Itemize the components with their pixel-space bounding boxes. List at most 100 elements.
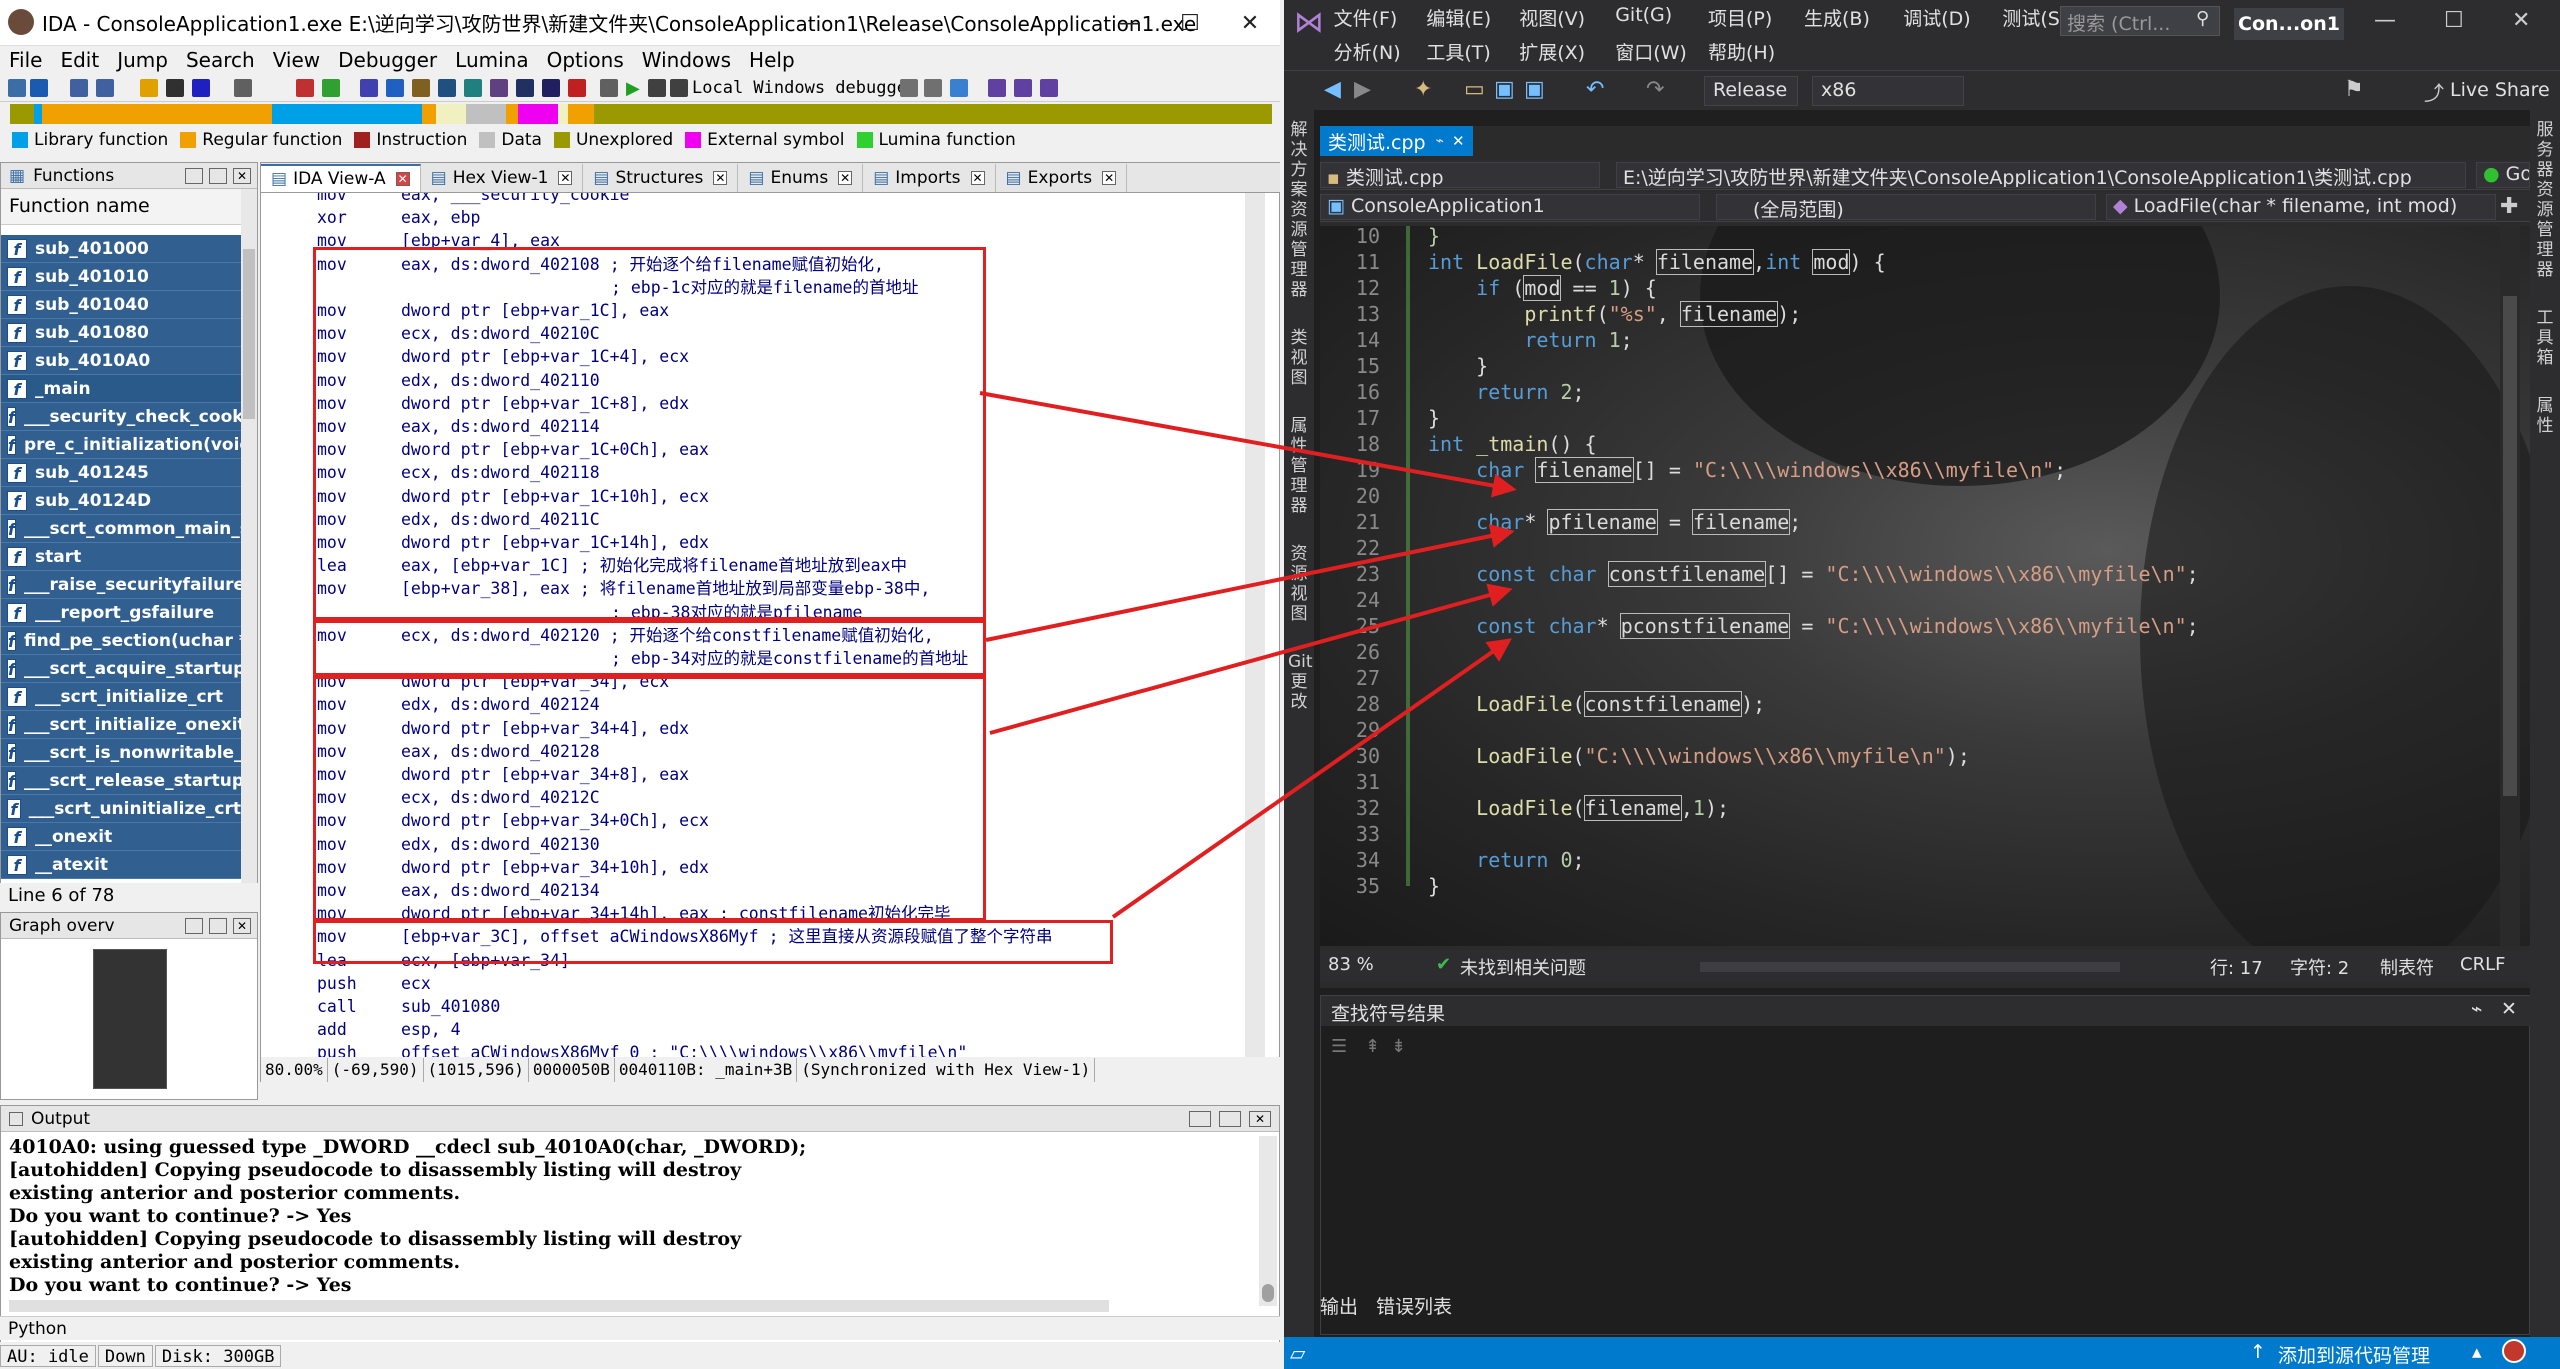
undo-icon[interactable]: ↶ (1586, 77, 1604, 102)
output-hscroll[interactable] (9, 1300, 1109, 1312)
disassembly-scrollbar[interactable] (1245, 193, 1265, 1057)
function-row[interactable]: f ___raise_securityfailure (1, 571, 241, 599)
function-row[interactable]: f sub_401040 (1, 291, 241, 319)
function-row[interactable]: f sub_4010A0 (1, 347, 241, 375)
vertical-tab[interactable]: 服务器资源管理器 (2534, 120, 2556, 280)
asm-line[interactable]: call sub_401080 (317, 995, 510, 1018)
function-row[interactable]: f ___scrt_common_main_seh (1, 515, 241, 543)
menu-view[interactable]: View (273, 48, 320, 72)
zoom-level[interactable]: 83 % (1328, 954, 1374, 975)
vs-menu-item[interactable]: 文件(F) (1334, 4, 1398, 31)
vs-menu-item[interactable]: 分析(N) (1334, 38, 1401, 65)
function-row[interactable]: f ___scrt_release_startup_lock (1, 767, 241, 795)
function-row[interactable]: f sub_401000 (1, 235, 241, 263)
vs-menu-item[interactable]: 帮助(H) (1708, 38, 1775, 65)
function-name-column[interactable]: Function name (1, 189, 241, 225)
vs-menu-item[interactable]: 项目(P) (1708, 4, 1772, 31)
editor-hscroll[interactable] (1700, 962, 2120, 972)
function-row[interactable]: f ___scrt_uninitialize_crt (1, 795, 241, 823)
add-to-source-control[interactable]: 添加到源代码管理 (2278, 1341, 2430, 1368)
save-all-icon[interactable]: ▣ (1524, 77, 1545, 102)
vs-menu-item[interactable]: 测试(S) (2002, 4, 2067, 31)
issues-status[interactable]: 未找到相关问题 (1460, 954, 1586, 980)
source-line[interactable]: const char* pconstfilename = "C:\\\\wind… (1428, 613, 2199, 639)
function-row[interactable]: f sub_401245 (1, 459, 241, 487)
function-row[interactable]: f __atexit (1, 851, 241, 879)
back-icon[interactable] (70, 79, 88, 97)
minimize-button[interactable]: — (2374, 8, 2396, 33)
functions-icon[interactable] (322, 79, 340, 97)
open-icon[interactable] (8, 79, 26, 97)
source-line[interactable]: printf("%s", filename); (1428, 301, 1801, 327)
source-line[interactable]: } (1428, 354, 1488, 378)
live-share-button[interactable]: Live Share (2450, 79, 2550, 101)
function-row[interactable]: f find_pe_section(uchar *,uint) (1, 627, 241, 655)
stop-icon[interactable] (568, 79, 586, 97)
tab-structures[interactable]: ▤ Structures ✕ (583, 164, 739, 192)
data-icon[interactable] (386, 79, 404, 97)
notification-icon[interactable]: ▱ (1290, 1341, 1305, 1365)
run-icon[interactable]: ▶ (626, 78, 640, 99)
tab-hex-view-1[interactable]: ▤ Hex View-1 ✕ (421, 164, 584, 192)
pin-icon[interactable]: ⌁ (2471, 998, 2482, 1020)
xref-icon[interactable] (516, 79, 534, 97)
function-row[interactable]: f sub_401010 (1, 263, 241, 291)
vs-menu-item[interactable]: 编辑(E) (1426, 4, 1491, 31)
source-line[interactable]: int LoadFile(char* filename,int mod) { (1428, 249, 1886, 275)
vertical-tab[interactable]: Git 更改 (1288, 652, 1313, 712)
function-row[interactable]: f pre_c_initialization(void) (1, 431, 241, 459)
segment-icon[interactable] (542, 79, 560, 97)
menu-lumina[interactable]: Lumina (455, 48, 528, 72)
graph-float-icon[interactable] (185, 917, 203, 934)
graph-restore-icon[interactable] (209, 917, 227, 934)
bottom-tab[interactable]: 错误列表 (1376, 1296, 1452, 1318)
array-icon[interactable] (438, 79, 456, 97)
source-line[interactable]: } (1428, 226, 1440, 248)
bottom-tab[interactable]: 输出 (1320, 1296, 1358, 1318)
functions-scrollbar[interactable] (241, 189, 257, 889)
tab-close-icon[interactable]: ✕ (395, 172, 410, 186)
sync-icon[interactable] (950, 79, 968, 97)
function-row[interactable]: f ___report_gsfailure (1, 599, 241, 627)
source-line[interactable]: int _tmain() { (1428, 432, 1597, 456)
enum-icon[interactable] (490, 79, 508, 97)
bookmark-icon[interactable]: ⚑ (2344, 77, 2364, 102)
function-row[interactable]: f __onexit (1, 823, 241, 851)
source-line[interactable]: LoadFile(filename,1); (1428, 795, 1729, 821)
source-line[interactable]: } (1428, 406, 1440, 430)
source-code-view[interactable]: 10 11 12 13 14 15 16 17 18 19 20 21 22 23 24 25 26 27 28 29… (1320, 226, 2530, 946)
output-restore-icon[interactable] (1219, 1110, 1241, 1127)
struct-icon[interactable] (464, 79, 482, 97)
source-line[interactable]: LoadFile(constfilename); (1428, 691, 1765, 717)
vertical-tab[interactable]: 类视图 (1288, 328, 1310, 388)
code-icon[interactable] (360, 79, 378, 97)
tab-imports[interactable]: ▤ Imports ✕ (863, 164, 996, 192)
asm-line[interactable]: add esp, 4 (317, 1018, 471, 1041)
new-item-icon[interactable]: ✦ (1414, 77, 1432, 102)
configuration-select[interactable]: Release (1704, 76, 1798, 106)
source-line[interactable]: if (mod == 1) { (1428, 275, 1657, 301)
go-button[interactable]: ● Go (2476, 162, 2530, 188)
navigation-band[interactable] (10, 104, 1272, 124)
maximize-button[interactable]: ☐ (2444, 8, 2464, 33)
nav-project-select[interactable]: ▣ ConsoleApplication1 (1320, 194, 1700, 220)
function-row[interactable]: f start (1, 543, 241, 571)
function-row[interactable]: f ___security_check_cookie (1, 403, 241, 431)
eol-indicator[interactable]: CRLF (2460, 954, 2505, 975)
source-line[interactable]: return 2; (1428, 380, 1584, 404)
menu-edit[interactable]: Edit (60, 48, 99, 72)
close-button[interactable]: ✕ (1220, 0, 1280, 46)
minimize-button[interactable]: — (1100, 0, 1160, 46)
asm-line[interactable]: mov eax, ___security_cookie (317, 193, 639, 206)
asm-line[interactable]: push ecx (317, 972, 441, 995)
maximize-button[interactable]: ☐ (1160, 0, 1220, 46)
forward-icon[interactable] (96, 79, 114, 97)
tab-ida-view-a[interactable]: ▤ IDA View-A ✕ (261, 164, 421, 192)
hex-rays-icon[interactable] (1014, 79, 1032, 97)
menu-file[interactable]: File (9, 48, 42, 72)
menu-options[interactable]: Options (547, 48, 624, 72)
tab-close-icon[interactable]: ✕ (558, 171, 573, 185)
graph-close-icon[interactable]: ✕ (233, 917, 251, 934)
debug-options-icon[interactable] (924, 79, 942, 97)
function-row[interactable]: f _main (1, 375, 241, 403)
